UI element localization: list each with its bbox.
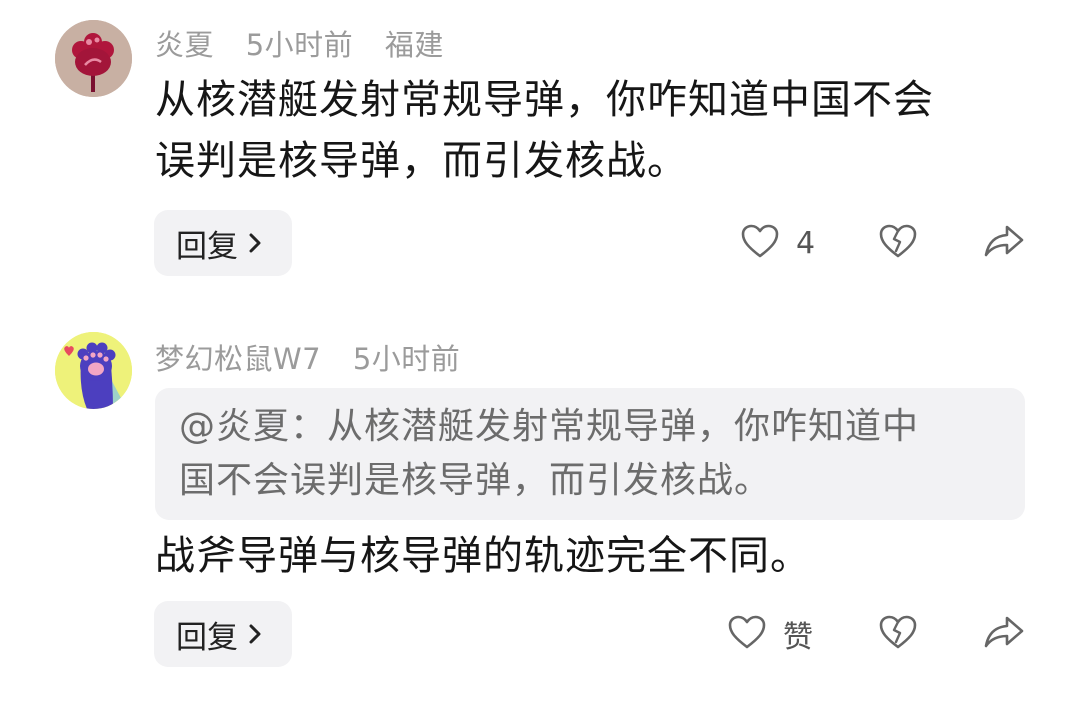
timestamp: 5小时前	[352, 342, 461, 376]
quote-text-line: @炎夏：从核潜艇发射常规导弹，你咋知道中	[179, 406, 920, 447]
like-count: 4	[796, 225, 816, 261]
reply-button[interactable]: 回复	[154, 601, 292, 667]
broken-heart-icon	[878, 614, 918, 654]
broken-heart-icon	[878, 223, 918, 263]
reply-button[interactable]: 回复	[154, 210, 292, 276]
comment-text: 从核潜艇发射常规导弹，你咋知道中国不会 误判是核导弹，而引发核战。	[155, 70, 1015, 192]
comment-item: 梦幻松鼠W7 5小时前 @炎夏：从核潜艇发射常规导弹，你咋知道中 国不会误判是核…	[0, 300, 1080, 707]
like-button[interactable]: 赞	[727, 601, 813, 667]
comment-text-line: 从核潜艇发射常规导弹，你咋知道中国不会	[155, 77, 934, 123]
chevron-right-icon	[248, 623, 262, 645]
reply-label: 回复	[176, 619, 238, 656]
red-flower-avatar-icon	[55, 20, 132, 97]
comment-meta: 炎夏 5小时前 福建	[155, 22, 466, 64]
heart-icon	[740, 223, 780, 263]
share-button[interactable]	[983, 210, 1025, 276]
heart-icon	[727, 614, 767, 654]
share-arrow-icon	[983, 223, 1025, 263]
comment-meta: 梦幻松鼠W7 5小时前	[155, 336, 482, 378]
username[interactable]: 梦幻松鼠W7	[155, 342, 321, 376]
purple-paw-avatar-icon	[55, 332, 132, 409]
dislike-button[interactable]	[878, 210, 918, 276]
share-arrow-icon	[983, 614, 1025, 654]
location: 福建	[384, 28, 444, 62]
comment-item: 炎夏 5小时前 福建 从核潜艇发射常规导弹，你咋知道中国不会 误判是核导弹，而引…	[0, 0, 1080, 300]
comment-text-line: 战斧导弹与核导弹的轨迹完全不同。	[155, 533, 811, 579]
share-button[interactable]	[983, 601, 1025, 667]
comment-text: 战斧导弹与核导弹的轨迹完全不同。	[155, 526, 1015, 587]
dislike-button[interactable]	[878, 601, 918, 667]
timestamp: 5小时前	[245, 28, 354, 62]
reply-label: 回复	[176, 228, 238, 265]
like-label: 赞	[783, 620, 813, 655]
comment-text-line: 误判是核导弹，而引发核战。	[155, 138, 688, 184]
avatar[interactable]	[55, 332, 132, 409]
username[interactable]: 炎夏	[155, 28, 214, 62]
like-button[interactable]: 4	[740, 210, 815, 276]
quoted-reply: @炎夏：从核潜艇发射常规导弹，你咋知道中 国不会误判是核导弹，而引发核战。	[155, 388, 1025, 520]
chevron-right-icon	[248, 232, 262, 254]
quote-text-line: 国不会误判是核导弹，而引发核战。	[179, 460, 772, 501]
avatar[interactable]	[55, 20, 132, 97]
